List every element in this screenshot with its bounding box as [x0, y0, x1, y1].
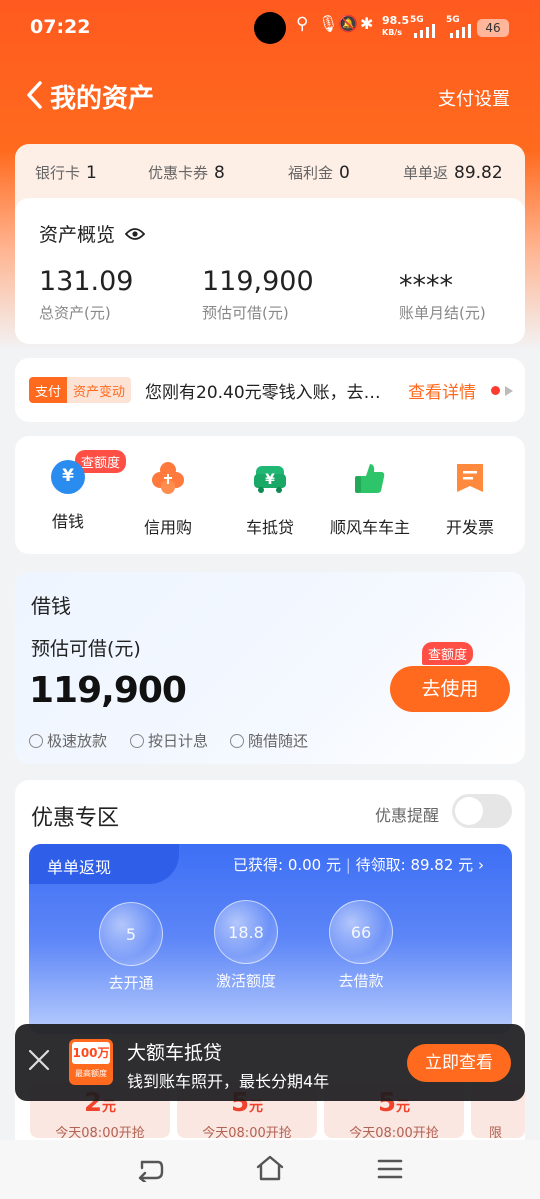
back-arrow-icon[interactable] [24, 80, 44, 110]
loan-title: 借钱 [31, 594, 71, 618]
chevron-right-icon: › [477, 856, 484, 874]
toast-title: 大额车抵贷 [127, 1042, 223, 1064]
quick-actions: 查额度 ¥ 借钱 信用购 ¥ 车抵贷 顺风车车主 开发票 [15, 436, 525, 554]
thumbs-up-icon [355, 464, 385, 493]
notice-bar[interactable]: 支付 资产变动 您刚有20.40元零钱入账，去… 查看详情 [15, 358, 525, 422]
bubble-open[interactable]: 5 [99, 902, 163, 966]
promo-remind-label: 优惠提醒 [375, 806, 440, 825]
bubble-activate[interactable]: 18.8 [214, 900, 278, 964]
battery-icon: 46 [477, 19, 509, 37]
notice-tag-pay: 支付 [29, 377, 68, 403]
feature-flexible: 随借随还 [230, 730, 308, 751]
status-bar: 07:22 ⚲ 🎙 🔕 ✱ 98.5 KB/s 5G 5G 46 [0, 0, 540, 56]
quick-invoice-label: 开发票 [445, 518, 494, 537]
stat-cashback[interactable]: 单单返 89.82 [403, 162, 503, 183]
status-time: 07:22 [30, 16, 91, 38]
bubble-activate-label: 激活额度 [215, 972, 276, 990]
cashback-tab: 单单返现 [29, 844, 179, 884]
borrowable-label: 预估可借(元) [202, 304, 289, 322]
stat-welfare[interactable]: 福利金 0 [288, 162, 350, 183]
notice-tag-change: 资产变动 [67, 377, 132, 403]
page-title: 我的资产 [50, 84, 155, 114]
total-assets-value[interactable]: 131.09 [39, 266, 133, 297]
quick-credit-label: 信用购 [143, 518, 192, 537]
promo-toast[interactable]: 100万 最高额度 大额车抵贷 钱到账车照开，最长分期4年 立即查看 [15, 1024, 525, 1101]
quick-loan[interactable]: ¥ 借钱 [23, 460, 113, 532]
promo-remind-toggle[interactable] [452, 794, 512, 828]
nav-bar: 我的资产 支付设置 [0, 70, 540, 122]
stat-coupons[interactable]: 优惠卡券 8 [148, 162, 225, 183]
loan-badge: 查额度 [422, 642, 474, 665]
eye-icon[interactable] [124, 227, 146, 241]
bluetooth-icon: ✱ [360, 14, 374, 33]
quick-rideshare[interactable]: 顺风车车主 [320, 460, 420, 538]
feature-daily-interest: 按日计息 [130, 730, 208, 751]
total-assets-label: 总资产(元) [39, 304, 111, 322]
quick-invoice[interactable]: 开发票 [425, 460, 515, 538]
cashback-panel[interactable]: 单单返现 已获得: 0.00 元 | 待领取: 89.82 元 › 5 去开通 … [29, 844, 512, 1034]
red-dot-icon [491, 386, 500, 395]
notice-tag: 支付 资产变动 [29, 377, 132, 403]
car-yuan-icon: ¥ [254, 466, 286, 493]
check-circle-icon [130, 734, 144, 748]
bill-monthly-value[interactable]: **** [399, 270, 453, 301]
mute-bell-icon: 🔕 [338, 14, 358, 33]
signal-1-icon [414, 24, 435, 38]
loan-subtitle: 预估可借(元) [31, 638, 141, 660]
menu-nav-icon[interactable] [377, 1158, 403, 1180]
use-button[interactable]: 去使用 [390, 666, 510, 712]
quick-loan-label: 借钱 [51, 512, 84, 531]
borrowable-value[interactable]: 119,900 [202, 266, 314, 297]
signal-2-icon [450, 24, 471, 38]
quick-credit[interactable]: 信用购 [123, 460, 213, 538]
loan-card[interactable]: 借钱 预估可借(元) 119,900 查额度 去使用 极速放款 按日计息 随借随… [15, 572, 525, 764]
back-nav-icon[interactable] [136, 1156, 164, 1182]
play-arrow-icon [505, 386, 513, 396]
payment-settings-link[interactable]: 支付设置 [438, 85, 510, 111]
invoice-icon [457, 464, 483, 492]
notice-text: 您刚有20.40元零钱入账，去… [145, 383, 381, 403]
quick-car-loan-label: 车抵贷 [245, 518, 294, 537]
cashback-stats[interactable]: 已获得: 0.00 元 | 待领取: 89.82 元 › [233, 854, 484, 875]
feature-fast: 极速放款 [29, 730, 107, 751]
notice-detail-link[interactable]: 查看详情 [408, 378, 476, 403]
stat-bank-card[interactable]: 银行卡 1 [35, 162, 97, 183]
bubble-open-label: 去开通 [108, 974, 154, 992]
bill-monthly-label: 账单月结(元) [399, 304, 486, 322]
asset-overview-card: 资产概览 131.09 总资产(元) 119,900 预估可借(元) **** … [15, 198, 525, 344]
mic-icon: 🎙 [318, 14, 339, 33]
view-now-button[interactable]: 立即查看 [407, 1044, 511, 1082]
bubble-borrow-label: 去借款 [338, 972, 384, 990]
camera-cutout [254, 12, 286, 44]
quick-car-loan[interactable]: ¥ 车抵贷 [225, 460, 315, 538]
battery-level: 46 [485, 21, 501, 35]
clover-icon [152, 462, 184, 494]
yuan-coin-icon: ¥ [51, 460, 85, 494]
location-icon: ⚲ [296, 14, 309, 34]
check-circle-icon [230, 734, 244, 748]
home-nav-icon[interactable] [255, 1154, 285, 1182]
loan-amount: 119,900 [29, 670, 187, 711]
quick-rideshare-label: 顺风车车主 [329, 518, 410, 537]
check-circle-icon [29, 734, 43, 748]
promo-title: 优惠专区 [31, 806, 120, 831]
toast-subtitle: 钱到账车照开，最长分期4年 [127, 1072, 330, 1091]
svg-text:¥: ¥ [265, 472, 275, 488]
loan-logo: 100万 最高额度 [69, 1039, 113, 1085]
bubble-borrow[interactable]: 66 [329, 900, 393, 964]
close-icon[interactable] [27, 1048, 51, 1072]
network-speed: 98.5 KB/s [382, 14, 410, 37]
system-nav-bar [0, 1140, 540, 1199]
asset-overview-title: 资产概览 [39, 220, 146, 247]
